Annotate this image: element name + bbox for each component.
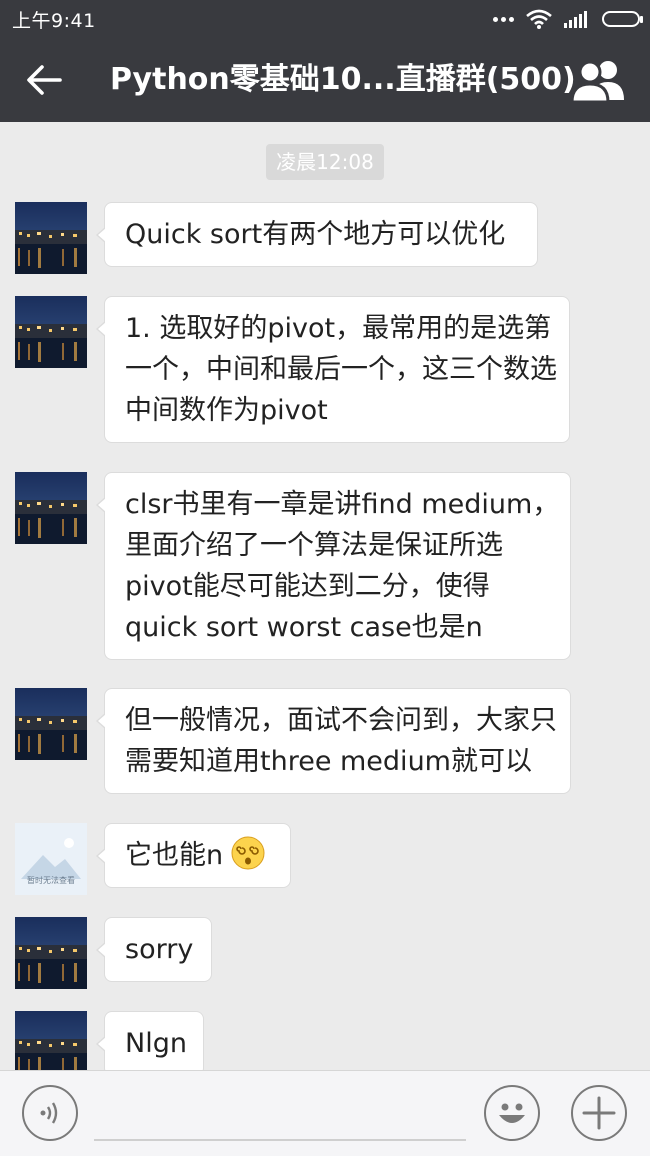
message-bubble[interactable]: clsr书里有一章是讲find medium， 里面介绍了一个算法是保证所选 piv…	[96, 472, 571, 660]
message-bubble[interactable]: sorry	[96, 917, 212, 982]
time-stamp: 凌晨12:08	[266, 144, 384, 180]
status-time: 上午9:41	[12, 10, 96, 32]
message-bubble[interactable]: 1. 选取好的pivot，最常用的是选第 一个，中间和最后一个，这三个数选 中间数作…	[96, 296, 570, 443]
sender-avatar[interactable]	[15, 688, 87, 760]
chat-title: Python零基础10...直播群(500)	[110, 62, 576, 97]
sender-avatar[interactable]	[15, 1011, 87, 1070]
sender-avatar[interactable]	[15, 296, 87, 368]
plus-icon	[582, 1096, 616, 1130]
message-input-field[interactable]	[94, 1139, 466, 1141]
message-text-line: 但一般情况，面试不会问到，大家只	[125, 705, 557, 736]
title-bar: Python零基础10...直播群(500)	[0, 38, 650, 122]
back-arrow-icon[interactable]	[22, 60, 66, 100]
message-text-line: 它也能n	[125, 835, 270, 876]
message-text-line: 需要知道用three medium就可以	[125, 746, 532, 777]
battery-icon	[602, 11, 643, 27]
message-text-line: 里面介绍了一个算法是保证所选	[125, 530, 503, 561]
emoji-button[interactable]	[484, 1085, 540, 1141]
message-text-line: Quick sort有两个地方可以优化	[125, 219, 506, 250]
chat-message-list[interactable]: 凌晨12:08 Quick sort有两个地方可以优化 1. 选取好的pivot，…	[0, 122, 650, 1070]
status-icons	[493, 5, 643, 33]
signal-icon	[564, 11, 587, 28]
input-bar	[0, 1070, 650, 1156]
sender-avatar[interactable]	[15, 917, 87, 989]
status-bar: 上午9:41	[0, 0, 650, 38]
sender-avatar[interactable]	[15, 472, 87, 544]
message-bubble[interactable]: 但一般情况，面试不会问到，大家只 需要知道用three medium就可以	[96, 688, 571, 794]
sender-avatar[interactable]	[15, 202, 87, 274]
message-text-line: clsr书里有一章是讲find medium，	[125, 489, 560, 520]
message-bubble[interactable]: 它也能n	[96, 823, 291, 888]
more-dots-icon	[493, 16, 514, 22]
emoji-icon	[499, 1103, 525, 1123]
message-text-line: sorry	[125, 934, 194, 965]
message-bubble[interactable]: Quick sort有两个地方可以优化	[96, 202, 538, 267]
voice-input-button[interactable]	[22, 1085, 78, 1141]
message-text-line: Nlgn	[125, 1028, 187, 1059]
group-members-icon[interactable]	[568, 56, 632, 104]
message-text-line: quick sort worst case也是n	[125, 612, 483, 643]
message-text-line: pivot能尽可能达到二分，使得	[125, 571, 490, 602]
message-text-line: 中间数作为pivot	[125, 395, 328, 426]
message-text-line: 1. 选取好的pivot，最常用的是选第	[125, 313, 552, 344]
voice-input-icon	[40, 1102, 58, 1124]
more-functions-button[interactable]	[571, 1085, 627, 1141]
avatar-caption: 暂时无法查看	[27, 876, 75, 885]
wifi-icon	[526, 9, 552, 29]
dizzy-face-emoji-icon	[231, 836, 265, 870]
sender-avatar[interactable]: 暂时无法查看	[15, 823, 87, 895]
message-bubble[interactable]: Nlgn	[96, 1011, 204, 1070]
message-text-line: 一个，中间和最后一个，这三个数选	[125, 354, 557, 385]
